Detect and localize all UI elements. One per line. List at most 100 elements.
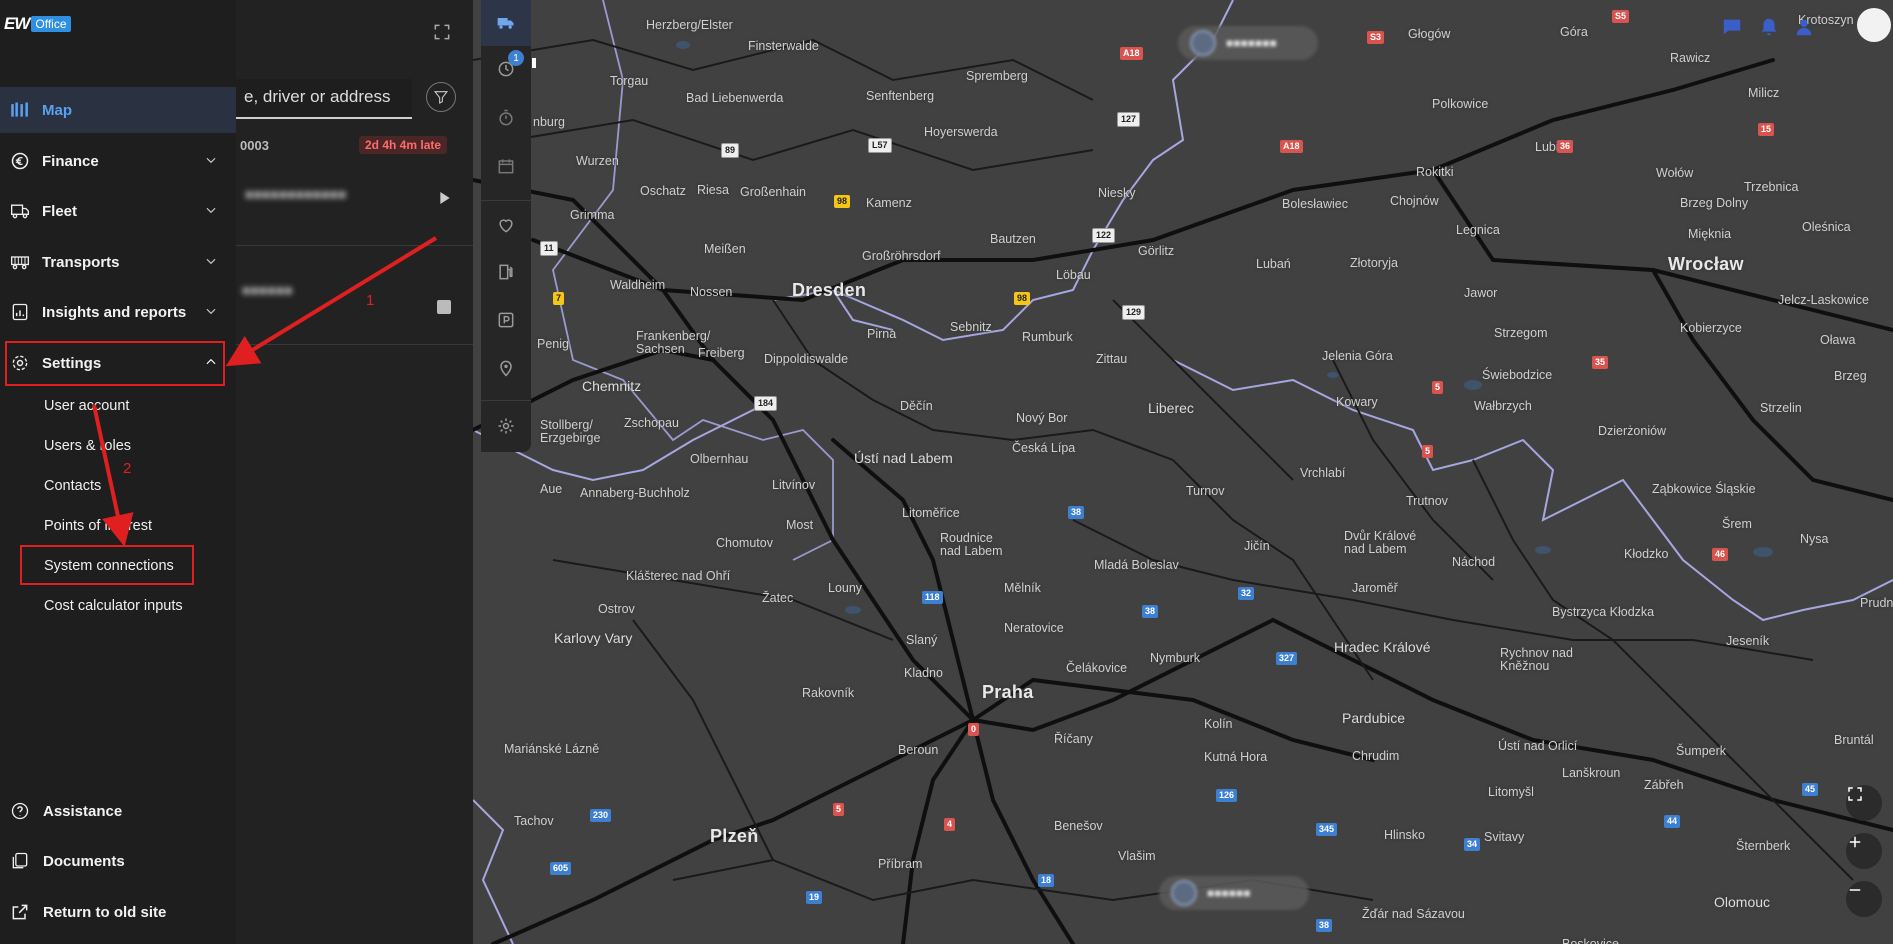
map-city-label: Kobierzyce [1680, 321, 1742, 335]
map-city-label: Nový Bor [1016, 411, 1068, 425]
chat-icon[interactable] [1721, 16, 1743, 38]
rail-poi-button[interactable] [481, 345, 531, 391]
map-city-label: Vlašim [1118, 849, 1156, 863]
map-city-label: Bolesławiec [1282, 197, 1349, 211]
road-number-shield: 605 [550, 862, 572, 875]
sidebar-item-assistance[interactable]: Assistance [10, 801, 122, 821]
rail-settings-button[interactable] [481, 403, 531, 449]
truck-icon [497, 18, 514, 29]
map-city-label: Spremberg [966, 69, 1028, 83]
map-city-label: Zábřeh [1644, 778, 1684, 792]
map-city-label: Plzeň [710, 826, 759, 846]
map-city-label: Klášterec nad Ohří [626, 569, 731, 583]
map-city-label: Mariánské Lázně [504, 742, 600, 756]
road-number-shield: 184 [754, 396, 778, 411]
heart-icon [499, 219, 513, 233]
map-city-label: Lubań [1256, 257, 1291, 271]
submenu-contacts[interactable]: Contacts [44, 478, 101, 494]
map-city-label: Jičín [1244, 539, 1270, 553]
sidebar-item-fleet[interactable]: Fleet [0, 188, 236, 234]
map-city-label: Strzelin [1760, 401, 1802, 415]
map-city-label: Prudnik [1860, 596, 1893, 610]
map-city-label: Waldheim [610, 278, 666, 292]
sidebar-item-label: Documents [43, 852, 125, 870]
annotation-highlight-settings [5, 341, 225, 386]
bell-icon[interactable] [1758, 16, 1780, 38]
road-number-shield: S3 [1367, 31, 1385, 44]
map-city-label: Trzebnica [1744, 180, 1799, 194]
map-city-label: Nymburk [1150, 651, 1201, 665]
annotation-step-1: 1 [366, 292, 375, 309]
rail-favorites-button[interactable] [481, 202, 531, 248]
rail-calendar-button[interactable] [481, 143, 531, 189]
road-number-shield: 0 [968, 723, 980, 736]
submenu-users-roles[interactable]: Users & roles [44, 438, 131, 454]
map-canvas[interactable]: Herzberg/Elster Finsterwalde Głogów Góra Kro… [473, 0, 1893, 944]
map-city-label: Großenhain [740, 185, 807, 199]
map-city-label: Kowary [1336, 395, 1378, 409]
map-city-label: Hradec Králové [1334, 639, 1431, 655]
map-city-label: Kladno [904, 666, 943, 680]
sidebar-item-map[interactable]: Map [0, 87, 236, 133]
rail-parking-button[interactable] [481, 297, 531, 343]
map-city-label: Litomyšl [1488, 785, 1534, 799]
brand-logo[interactable]: EW Office [4, 14, 71, 34]
zoom-in-button[interactable] [1846, 833, 1882, 869]
submenu-points-of-interest[interactable]: Points of interest [44, 518, 152, 534]
map-city-label: Ústí nad Labem [854, 450, 953, 466]
road-number-shield: 19 [806, 891, 823, 904]
user-icon[interactable] [1793, 16, 1815, 38]
rail-history-button[interactable]: 1 [481, 46, 531, 92]
rail-timer-button[interactable] [481, 95, 531, 141]
sidebar-item-insights[interactable]: Insights and reports [0, 289, 236, 335]
map-city-label: Bystrzyca Kłodzka [1552, 605, 1655, 619]
sidebar-item-documents[interactable]: Documents [10, 851, 125, 871]
zoom-out-button[interactable] [1846, 881, 1882, 917]
rail-truck-button[interactable] [481, 0, 531, 46]
stop-icon[interactable] [437, 300, 451, 314]
map-city-label: Senftenberg [866, 89, 935, 103]
map-city-label: Louny [828, 581, 863, 595]
map-city-label: Žatec [762, 591, 794, 605]
sidebar-item-finance[interactable]: Finance [0, 138, 236, 184]
road-number-shield: 38 [1142, 605, 1159, 618]
map-city-label: Penig [537, 337, 569, 351]
search-input[interactable]: e, driver or address [236, 79, 412, 119]
map-city-label: Pirna [867, 327, 897, 341]
map-icon [11, 102, 28, 117]
map-city-label: Kłodzko [1624, 547, 1669, 561]
scroll-handle[interactable] [532, 58, 536, 68]
map-city-label: Mięknia [1688, 227, 1732, 241]
vehicle-dot-icon [1171, 880, 1197, 906]
avatar[interactable] [1857, 8, 1891, 42]
map-city-label: Jeseník [1726, 634, 1770, 648]
road-number-shield: 34 [1464, 838, 1481, 851]
map-city-label: Žďár nad Sázavou [1362, 907, 1465, 921]
order-id: 0003 [240, 138, 269, 153]
submenu-user-account[interactable]: User account [44, 398, 129, 414]
rail-fuel-button[interactable] [481, 249, 531, 295]
map-layer-rail: 1 [481, 0, 531, 452]
annotation-step-2: 2 [123, 460, 132, 477]
chevron-down-icon [206, 157, 216, 164]
road-number-shield: 5 [1432, 381, 1444, 394]
submenu-cost-calculator-inputs[interactable]: Cost calculator inputs [44, 598, 183, 614]
map-city-label: Chrudim [1352, 749, 1400, 763]
map-city-label: Beroun [898, 743, 939, 757]
play-icon[interactable] [437, 189, 453, 212]
sidebar-item-return-old-site[interactable]: Return to old site [10, 902, 166, 922]
map-city-label: Pardubice [1342, 710, 1406, 726]
map-city-label: Olbernhau [690, 452, 749, 466]
road-number-shield: A18 [1120, 47, 1143, 60]
fullscreen-button[interactable] [1846, 785, 1882, 821]
vehicle-marker[interactable]: ■■■■■■ [1159, 876, 1309, 910]
filter-button[interactable] [426, 82, 456, 112]
vehicle-marker[interactable]: ■■■■■■■ [1178, 26, 1318, 60]
rail-divider [481, 400, 531, 401]
map-city-label: Wurzen [576, 154, 619, 168]
sidebar-item-transports[interactable]: Transports [0, 239, 236, 285]
sidebar-item-label: Assistance [43, 802, 123, 820]
expand-panel-icon[interactable] [432, 22, 452, 47]
trailer-icon [11, 256, 29, 270]
road-number-shield: 11 [540, 241, 558, 256]
